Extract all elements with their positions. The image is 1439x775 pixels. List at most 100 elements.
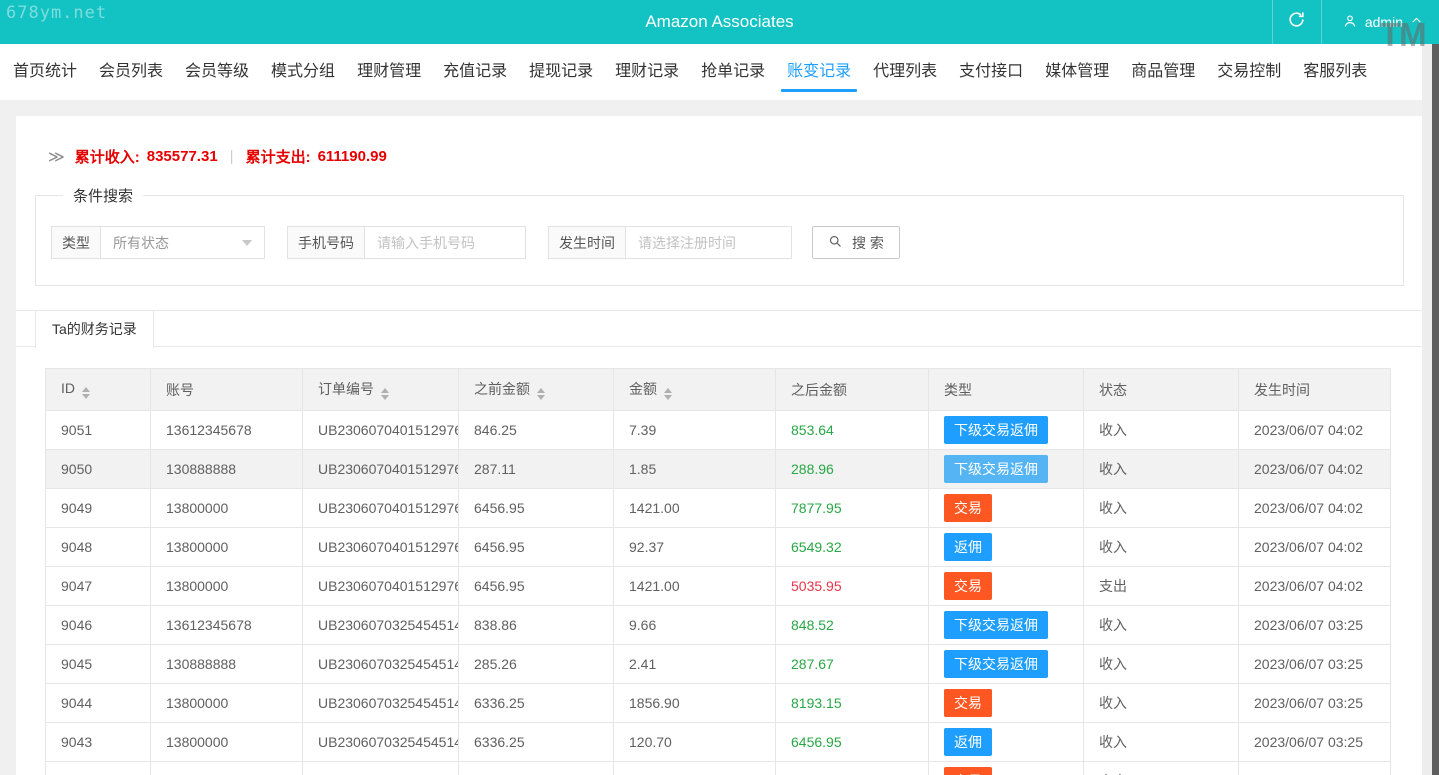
sort-icon[interactable]	[664, 388, 672, 400]
cell-order: UB2306070401512976	[303, 528, 459, 567]
cell-before-amount: 285.26	[459, 645, 614, 684]
column-header: 之后金额	[776, 369, 929, 411]
type-select[interactable]: 所有状态	[101, 227, 264, 258]
column-label: 订单编号	[318, 381, 374, 397]
nav-item-15[interactable]: 交易控制	[1206, 44, 1292, 100]
type-badge[interactable]: 返佣	[944, 533, 992, 561]
cell-time: 2023/06/07 03:25	[1239, 762, 1391, 775]
cell-type: 下级交易返佣	[929, 411, 1084, 450]
column-header: 之前金额	[459, 369, 614, 411]
type-badge[interactable]: 交易	[944, 494, 992, 522]
page-body: ≫ 累计收入: 835577.31 | 累计支出: 611190.99 条件搜索…	[0, 100, 1439, 775]
cell-id: 9051	[46, 411, 151, 450]
nav-item-6[interactable]: 充值记录	[432, 44, 518, 100]
cell-id: 9049	[46, 489, 151, 528]
cell-after-amount: 853.64	[776, 411, 929, 450]
cell-status: 收入	[1084, 450, 1239, 489]
cell-status: 支出	[1084, 567, 1239, 606]
type-badge[interactable]: 交易	[944, 767, 992, 775]
cell-before-amount: 6456.95	[459, 567, 614, 606]
column-label: 之后金额	[791, 382, 847, 398]
cell-time: 2023/06/07 04:02	[1239, 567, 1391, 606]
cell-order: UB2306070401512976	[303, 411, 459, 450]
type-badge[interactable]: 交易	[944, 572, 992, 600]
type-badge[interactable]: 下级交易返佣	[944, 611, 1048, 639]
cell-after-amount: 7877.95	[776, 489, 929, 528]
cell-amount: 2.41	[614, 645, 776, 684]
cell-order: UB2306070401512976	[303, 450, 459, 489]
cell-status: 收入	[1084, 411, 1239, 450]
table-row: 904413800000UB23060703254545146336.25185…	[46, 684, 1391, 723]
nav-item-10[interactable]: 账变记录	[776, 44, 862, 100]
nav-item-1[interactable]: 首页统计	[2, 44, 88, 100]
cell-account: 13612345678	[151, 411, 303, 450]
cell-after-amount: 287.67	[776, 645, 929, 684]
cell-before-amount: 6336.25	[459, 762, 614, 775]
nav-item-13[interactable]: 媒体管理	[1034, 44, 1120, 100]
nav-item-2[interactable]: 会员列表	[88, 44, 174, 100]
cell-account: 13800000	[151, 567, 303, 606]
type-badge[interactable]: 下级交易返佣	[944, 416, 1048, 444]
cell-after-amount: 8193.15	[776, 684, 929, 723]
cell-status: 收入	[1084, 723, 1239, 762]
nav-item-8[interactable]: 理财记录	[604, 44, 690, 100]
tab-financial-records[interactable]: Ta的财务记录	[35, 311, 154, 348]
column-header: 发生时间	[1239, 369, 1391, 411]
cell-id: 9047	[46, 567, 151, 606]
sort-icon[interactable]	[381, 388, 389, 400]
sort-icon[interactable]	[537, 388, 545, 400]
cell-after-amount: 6456.95	[776, 723, 929, 762]
type-badge[interactable]: 返佣	[944, 728, 992, 756]
column-label: ID	[61, 380, 75, 396]
column-label: 类型	[944, 382, 972, 398]
cell-type: 交易	[929, 684, 1084, 723]
nav-item-9[interactable]: 抢单记录	[690, 44, 776, 100]
cell-before-amount: 6456.95	[459, 489, 614, 528]
cell-order: UB2306070325454514	[303, 762, 459, 775]
cell-type: 下级交易返佣	[929, 645, 1084, 684]
table-body: 905113612345678UB2306070401512976846.257…	[46, 411, 1391, 775]
column-label: 金额	[629, 381, 657, 397]
nav-item-16[interactable]: 客服列表	[1292, 44, 1378, 100]
table-row: 9050130888888UB2306070401512976287.111.8…	[46, 450, 1391, 489]
search-button[interactable]: 搜 索	[812, 226, 900, 259]
cell-amount: 1856.90	[614, 762, 776, 775]
nav-item-4[interactable]: 模式分组	[260, 44, 346, 100]
nav-item-11[interactable]: 代理列表	[862, 44, 948, 100]
type-badge[interactable]: 下级交易返佣	[944, 650, 1048, 678]
column-header: 状态	[1084, 369, 1239, 411]
nav-item-14[interactable]: 商品管理	[1120, 44, 1206, 100]
table-row: 904313800000UB23060703254545146336.25120…	[46, 723, 1391, 762]
nav-item-3[interactable]: 会员等级	[174, 44, 260, 100]
cell-after-amount: 848.52	[776, 606, 929, 645]
cell-type: 交易	[929, 489, 1084, 528]
chevron-down-icon	[242, 240, 252, 246]
cell-type: 交易	[929, 762, 1084, 775]
table-row: 905113612345678UB2306070401512976846.257…	[46, 411, 1391, 450]
nav-item-5[interactable]: 理财管理	[346, 44, 432, 100]
cell-account: 13800000	[151, 723, 303, 762]
cell-before-amount: 838.86	[459, 606, 614, 645]
scrollbar-thumb[interactable]	[1432, 44, 1439, 775]
type-badge[interactable]: 交易	[944, 689, 992, 717]
cell-time: 2023/06/07 04:02	[1239, 411, 1391, 450]
column-label: 之前金额	[474, 381, 530, 397]
sort-icon[interactable]	[82, 387, 90, 399]
column-header: ID	[46, 369, 151, 411]
cell-status: 收入	[1084, 528, 1239, 567]
cell-after-amount: 5035.95	[776, 567, 929, 606]
cell-id: 9046	[46, 606, 151, 645]
type-badge[interactable]: 下级交易返佣	[944, 455, 1048, 483]
nav-item-12[interactable]: 支付接口	[948, 44, 1034, 100]
refresh-button[interactable]	[1272, 0, 1322, 44]
nav-item-7[interactable]: 提现记录	[518, 44, 604, 100]
refresh-icon	[1287, 10, 1306, 34]
cell-type: 返佣	[929, 723, 1084, 762]
phone-input[interactable]	[365, 227, 525, 258]
page-title: Amazon Associates	[0, 0, 1439, 44]
cell-amount: 120.70	[614, 723, 776, 762]
cell-order: UB2306070325454514	[303, 684, 459, 723]
scrollbar[interactable]	[1422, 44, 1439, 775]
cell-id: 9043	[46, 723, 151, 762]
time-input[interactable]	[626, 227, 791, 258]
